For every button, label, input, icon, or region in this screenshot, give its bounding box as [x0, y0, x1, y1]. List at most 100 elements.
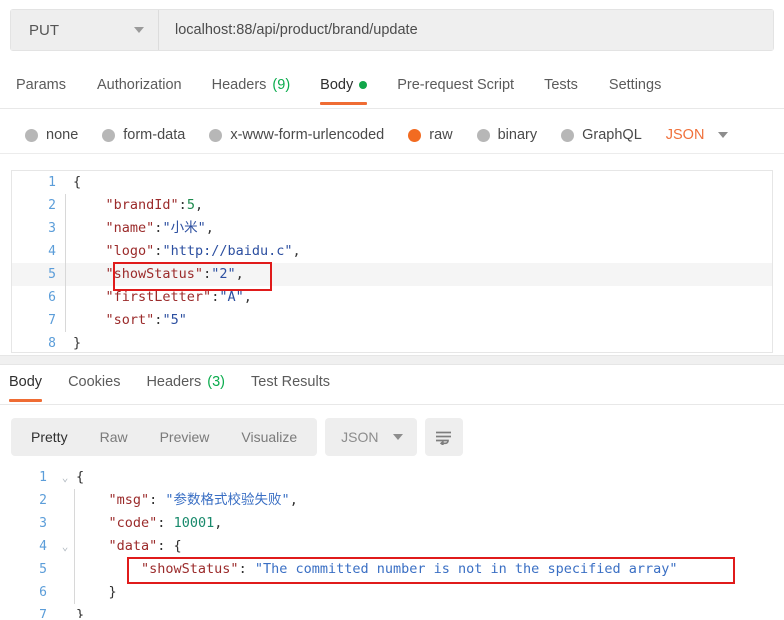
radio-none-icon: [25, 128, 38, 142]
tab-headers[interactable]: Headers (9): [212, 73, 291, 105]
code-line: 4 ⌄ "data": {: [11, 535, 773, 558]
response-tab-headers-label: Headers: [146, 374, 202, 390]
line-number: 4: [39, 539, 47, 554]
line-number: 7: [48, 313, 56, 328]
view-mode-visualize[interactable]: Visualize: [225, 429, 313, 445]
code-line: 3 "code": 10001,: [11, 512, 773, 535]
response-format-label: JSON: [341, 429, 379, 445]
body-filled-dot-icon: [359, 81, 368, 89]
body-type-urlencoded[interactable]: x-www-form-urlencoded: [209, 127, 384, 143]
response-view-mode-group: Pretty Raw Preview Visualize: [11, 418, 318, 456]
tab-authorization-label: Authorization: [96, 77, 182, 93]
response-tab-test-results-label: Test Results: [251, 374, 330, 390]
tab-params-label: Params: [16, 77, 66, 93]
line-number: 2: [39, 493, 47, 508]
line-number: 8: [48, 336, 56, 351]
request-format-label: JSON: [665, 127, 705, 143]
body-type-raw-label: raw: [429, 127, 453, 143]
code-line: 7 }: [11, 604, 773, 618]
code-line: 1 ⌄ {: [11, 466, 773, 489]
code-line: 6 }: [11, 581, 773, 604]
tab-body[interactable]: Body: [320, 73, 368, 105]
line-number: 1: [48, 175, 56, 190]
response-tab-cookies-label: Cookies: [68, 374, 121, 390]
response-tab-body-label: Body: [9, 374, 43, 390]
pane-divider[interactable]: [0, 355, 784, 365]
radio-binary-icon: [476, 128, 490, 142]
request-url-input[interactable]: localhost:88/api/product/brand/update: [159, 10, 773, 50]
body-type-binary[interactable]: binary: [476, 127, 538, 143]
radio-form-data-icon: [102, 128, 116, 142]
code-line: 2 "brandId":5,: [12, 194, 772, 217]
response-tab-headers-count: (3): [207, 374, 225, 390]
request-url-bar: PUT localhost:88/api/product/brand/updat…: [10, 9, 774, 51]
word-wrap-icon: [436, 431, 452, 445]
tab-pre-request-script-label: Pre-request Script: [397, 77, 515, 93]
tab-pre-request-script[interactable]: Pre-request Script: [397, 73, 514, 105]
view-mode-raw[interactable]: Raw: [84, 429, 144, 445]
http-method-select[interactable]: PUT: [11, 10, 159, 50]
fold-toggle-icon[interactable]: ⌄: [56, 535, 74, 558]
view-mode-preview[interactable]: Preview: [144, 429, 226, 445]
chevron-down-icon: [392, 434, 403, 440]
response-tab-bar: Body Cookies Headers (3) Test Results: [0, 370, 784, 405]
line-number: 2: [48, 198, 56, 213]
response-format-select[interactable]: JSON: [325, 418, 417, 456]
response-body-editor[interactable]: 1 ⌄ { 2 "msg": "参数格式校验失败", 3 "code": 100…: [11, 466, 773, 618]
tab-tests[interactable]: Tests: [544, 73, 578, 105]
body-type-options: none form-data x-www-form-urlencoded raw…: [0, 117, 784, 154]
word-wrap-toggle-button[interactable]: [424, 418, 463, 456]
tab-authorization[interactable]: Authorization: [97, 73, 182, 105]
code-line-highlighted: 5 "showStatus": "The committed number is…: [11, 558, 773, 581]
body-type-binary-label: binary: [497, 127, 538, 143]
chevron-down-icon: [134, 27, 144, 33]
fold-toggle-icon[interactable]: ⌄: [56, 466, 74, 489]
body-type-raw[interactable]: raw: [408, 127, 453, 143]
response-tab-test-results[interactable]: Test Results: [251, 370, 330, 402]
code-line: 8 }: [12, 332, 772, 352]
code-line: 2 "msg": "参数格式校验失败",: [11, 489, 773, 512]
line-number: 3: [48, 221, 56, 236]
code-line: 1 {: [12, 171, 772, 194]
tab-params[interactable]: Params: [16, 73, 66, 105]
response-tab-cookies[interactable]: Cookies: [68, 370, 120, 402]
tab-settings-label: Settings: [608, 77, 662, 93]
request-tab-bar: Params Authorization Headers (9) Body Pr…: [0, 73, 784, 109]
postman-window: PUT localhost:88/api/product/brand/updat…: [0, 0, 784, 620]
response-view-bar: Pretty Raw Preview Visualize JSON: [11, 418, 463, 456]
body-type-graphql[interactable]: GraphQL: [561, 127, 642, 143]
tab-headers-label: Headers: [211, 77, 267, 93]
line-number: 5: [48, 267, 56, 282]
request-format-select[interactable]: JSON: [666, 127, 729, 143]
line-number: 5: [39, 562, 47, 577]
code-line-highlighted: 5 "showStatus":"2",: [12, 263, 772, 286]
view-mode-pretty[interactable]: Pretty: [15, 429, 84, 445]
tab-body-label: Body: [320, 77, 354, 93]
body-type-none[interactable]: none: [25, 127, 78, 143]
tab-headers-count: (9): [272, 77, 291, 93]
line-number: 4: [48, 244, 56, 259]
body-type-none-label: none: [46, 127, 79, 143]
chevron-down-icon: [718, 132, 729, 138]
response-tab-headers[interactable]: Headers (3): [146, 370, 225, 402]
radio-graphql-icon: [561, 128, 575, 142]
line-number: 1: [39, 470, 47, 485]
http-method-label: PUT: [29, 21, 59, 39]
request-body-editor[interactable]: 1 { 2 "brandId":5, 3 "name":"小米", 4 "log…: [11, 170, 773, 353]
body-type-graphql-label: GraphQL: [582, 127, 642, 143]
tab-settings[interactable]: Settings: [609, 73, 661, 105]
body-type-form-data[interactable]: form-data: [102, 127, 185, 143]
code-line: 6 "firstLetter":"A",: [12, 286, 772, 309]
response-tab-body[interactable]: Body: [9, 370, 43, 402]
radio-raw-icon: [408, 128, 422, 142]
line-number: 6: [39, 585, 47, 600]
body-type-form-data-label: form-data: [123, 127, 186, 143]
tab-tests-label: Tests: [544, 77, 578, 93]
line-number: 6: [48, 290, 56, 305]
code-line: 4 "logo":"http://baidu.c",: [12, 240, 772, 263]
code-line: 3 "name":"小米",: [12, 217, 772, 240]
line-number: 7: [39, 608, 47, 618]
code-line: 7 "sort":"5": [12, 309, 772, 332]
radio-urlencoded-icon: [209, 128, 223, 142]
body-type-urlencoded-label: x-www-form-urlencoded: [230, 127, 385, 143]
